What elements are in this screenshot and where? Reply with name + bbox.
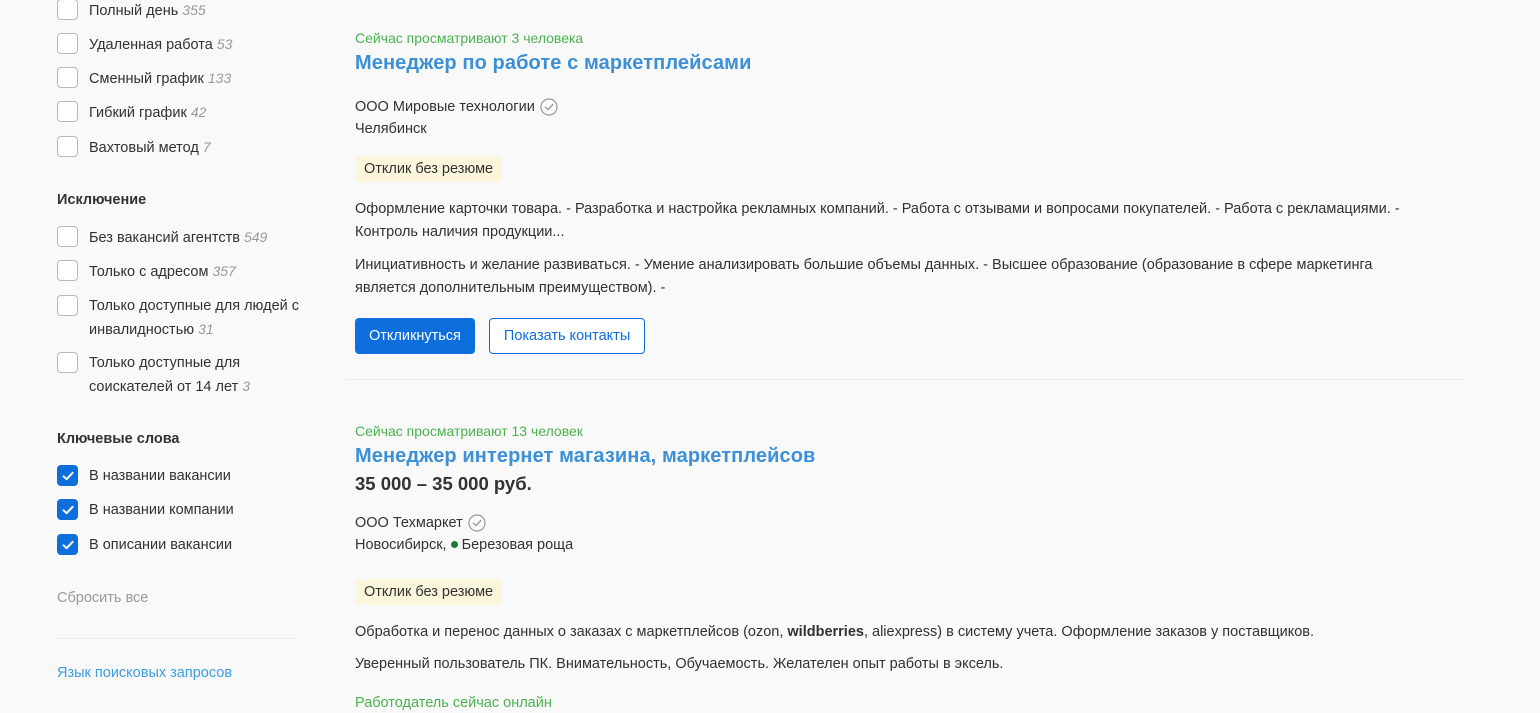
keywords-section-title: Ключевые слова — [57, 431, 180, 447]
vacancy-city: Челябинск — [355, 121, 427, 137]
vacancy-title-link[interactable]: Менеджер интернет магазина, маркетплейсо… — [355, 445, 1455, 468]
filter-with-address[interactable]: Только с адресом 357 — [57, 260, 301, 284]
checkbox[interactable] — [57, 101, 78, 122]
filter-count: 42 — [190, 104, 207, 120]
filter-label: В названии вакансии — [89, 468, 231, 484]
search-language-link[interactable]: Язык поисковых запросов — [57, 665, 232, 681]
vacancy-responsibilities: Оформление карточки товара. - Разработка… — [355, 201, 1400, 240]
filter-count: 31 — [198, 321, 214, 337]
desc-text: Обработка и перенос данных о заказах с м… — [355, 624, 788, 640]
metro-line-icon — [450, 541, 458, 548]
checkbox[interactable] — [57, 295, 78, 316]
vacancy-requirements: Инициативность и желание развиваться. - … — [355, 257, 1373, 296]
filter-exclude-agencies[interactable]: Без вакансий агентств 549 — [57, 226, 301, 250]
checkbox-checked[interactable] — [57, 465, 78, 486]
divider — [57, 638, 297, 639]
filter-label: Полный день — [89, 3, 179, 19]
employer-online-status: Работодатель сейчас онлайн — [355, 695, 552, 711]
vacancy-divider — [345, 379, 1465, 380]
filter-schedule-full-day[interactable]: Полный день 355 — [57, 0, 301, 23]
check-icon — [62, 540, 74, 549]
vacancy-requirements: Уверенный пользователь ПК. Внимательност… — [355, 656, 1004, 672]
vacancy-city: Новосибирск, — [355, 537, 447, 553]
filter-label: Без вакансий агентств — [89, 230, 240, 246]
viewers-count: Сейчас просматривают 13 человек — [355, 423, 583, 439]
vacancy-card: Сейчас просматривают 13 человек Менеджер… — [355, 423, 1455, 495]
filter-label: Вахтовый метод — [89, 140, 199, 156]
no-resume-badge: Отклик без резюме — [355, 579, 503, 605]
checkbox[interactable] — [57, 0, 78, 20]
reset-filters-link[interactable]: Сбросить все — [57, 590, 148, 606]
checkbox[interactable] — [57, 67, 78, 88]
filter-keyword-in-description[interactable]: В описании вакансии — [57, 534, 301, 557]
vacancy-card: Сейчас просматривают 3 человека Менеджер… — [355, 30, 1455, 75]
filter-label: Гибкий график — [89, 105, 187, 121]
filter-accessible-disability[interactable]: Только доступные для людей с инвалидност… — [57, 295, 301, 342]
viewers-count: Сейчас просматривают 3 человека — [355, 30, 584, 46]
filter-count: 549 — [243, 229, 268, 245]
checkbox[interactable] — [57, 136, 78, 157]
filter-schedule-remote[interactable]: Удаленная работа 53 — [57, 33, 301, 57]
no-resume-badge: Отклик без резюме — [355, 156, 503, 182]
checkbox[interactable] — [57, 352, 78, 373]
exclusion-section-title: Исключение — [57, 192, 147, 208]
page: Полный день 355 Удаленная работа 53 Сменны… — [0, 0, 1540, 713]
filter-count: 7 — [202, 139, 211, 155]
filter-label: Удаленная работа — [89, 37, 213, 53]
filter-label: Только доступные для людей с инвалидност… — [89, 298, 300, 338]
vacancy-title-link[interactable]: Менеджер по работе с маркетплейсами — [355, 52, 1455, 75]
check-icon — [62, 471, 74, 480]
show-contacts-button[interactable]: Показать контакты — [488, 318, 646, 354]
checkbox-checked[interactable] — [57, 534, 78, 555]
filter-schedule-shift[interactable]: Сменный график 133 — [57, 67, 301, 91]
checkbox[interactable] — [57, 260, 78, 281]
desc-highlight: wildberries — [787, 624, 864, 640]
company-name[interactable]: ООО Техмаркет — [355, 514, 1455, 532]
check-icon — [62, 505, 74, 514]
respond-button[interactable]: Откликнуться — [355, 318, 475, 354]
vacancy-location: Новосибирск, Березовая роща — [355, 537, 1455, 553]
verified-check-icon — [540, 98, 558, 116]
company-name-text: ООО Мировые технологии — [355, 99, 535, 115]
filter-label: Только с адресом — [89, 264, 209, 280]
filter-count: 3 — [242, 378, 251, 394]
metro-station: Березовая роща — [461, 537, 574, 553]
checkbox-checked[interactable] — [57, 499, 78, 520]
filter-schedule-flexible[interactable]: Гибкий график 42 — [57, 101, 301, 125]
company-name-text: ООО Техмаркет — [355, 515, 463, 531]
filter-keyword-in-company[interactable]: В названии компании — [57, 499, 301, 522]
filter-keyword-in-title[interactable]: В названии вакансии — [57, 465, 301, 488]
checkbox[interactable] — [57, 33, 78, 54]
filter-label: Сменный график — [89, 71, 204, 87]
filter-label: В названии компании — [89, 502, 234, 518]
desc-text: , aliexpress) в систему учета. Оформлени… — [863, 624, 1315, 640]
filter-schedule-rotation[interactable]: Вахтовый метод 7 — [57, 136, 301, 160]
filter-count: 355 — [182, 2, 206, 18]
company-name[interactable]: ООО Мировые технологии — [355, 98, 1455, 116]
filter-count: 133 — [207, 70, 232, 86]
filter-accessible-14-years[interactable]: Только доступные для соискателей от 14 л… — [57, 352, 301, 399]
verified-check-icon — [468, 514, 486, 532]
vacancy-salary: 35 000 – 35 000 руб. — [355, 473, 532, 494]
vacancy-responsibilities: Обработка и перенос данных о заказах с м… — [355, 621, 1415, 644]
checkbox[interactable] — [57, 226, 78, 247]
filter-count: 357 — [212, 263, 236, 279]
filter-count: 53 — [216, 36, 233, 52]
filter-label: В описании вакансии — [89, 537, 233, 553]
filter-label: Только доступные для соискателей от 14 л… — [89, 355, 241, 395]
